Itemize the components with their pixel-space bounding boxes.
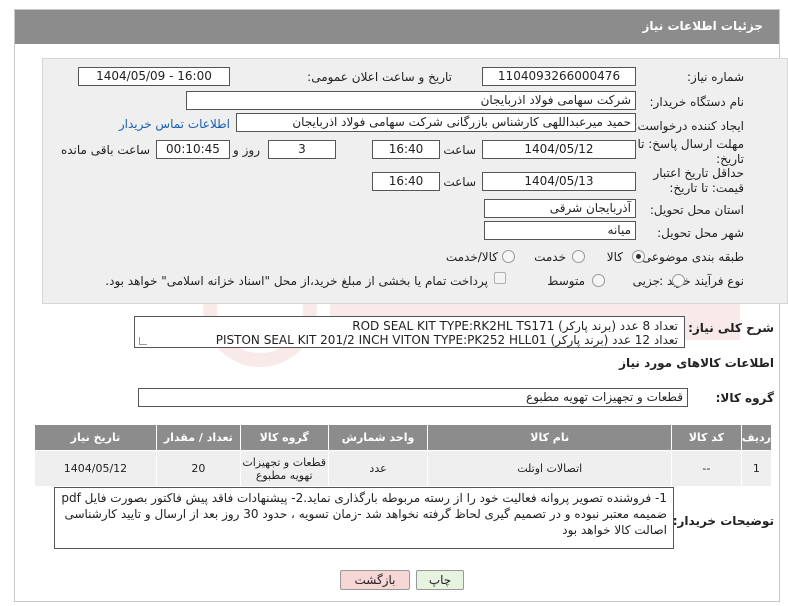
- category-radio-goods-service[interactable]: [502, 250, 515, 263]
- price-validity-date-field[interactable]: 1404/05/13: [482, 172, 636, 191]
- category-radio-service[interactable]: [572, 250, 585, 263]
- buyer-notes-label: توضیحات خریدار:: [672, 514, 774, 528]
- need-number-field[interactable]: 1104093266000476: [482, 67, 636, 86]
- summary-line-1: ROD SEAL KIT TYPE:RK2HL TS171 تعداد 8 عد…: [352, 319, 678, 333]
- print-button[interactable]: چاپ: [416, 570, 464, 590]
- process-radio-minor[interactable]: [672, 274, 685, 287]
- summary-line-2: PISTON SEAL KIT 201/2 INCH VITON TYPE:PK…: [215, 333, 678, 347]
- table-header-row: ردیف کد کالا نام کالا واحد شمارش گروه کا…: [34, 424, 773, 451]
- col-header-row-number: ردیف: [740, 424, 773, 451]
- requester-field[interactable]: حمید میرعبداللهی کارشناس بازرگانی شرکت س…: [236, 113, 636, 132]
- delivery-city-field[interactable]: میانه: [484, 221, 636, 240]
- goods-group-field[interactable]: قطعات و تجهیزات تهویه مطبوع: [138, 388, 688, 407]
- deadline-time-field[interactable]: 16:40: [372, 140, 440, 159]
- items-section-title: اطلاعات کالاهای مورد نیاز: [619, 356, 774, 370]
- delivery-province-field[interactable]: آذربایجان شرقی: [484, 199, 636, 218]
- col-header-goods-code: کد کالا: [670, 424, 742, 451]
- cell-goods-name: اتصالات اوتلت: [427, 450, 672, 487]
- cell-goods-group: قطعات و تجهیزات تهویه مطبوع: [239, 450, 329, 487]
- category-label: طبقه بندی موضوعی:: [637, 250, 744, 264]
- category-option-goods-service: کالا/خدمت: [445, 250, 498, 264]
- delivery-city-label: شهر محل تحویل:: [657, 226, 744, 240]
- col-header-goods-name: نام کالا: [427, 424, 672, 451]
- announce-datetime-label: تاریخ و ساعت اعلان عمومی:: [307, 70, 452, 84]
- category-radio-goods[interactable]: [632, 250, 645, 263]
- deadline-date-field[interactable]: 1404/05/12: [482, 140, 636, 159]
- process-option-minor: جزیی: [632, 274, 660, 288]
- cell-goods-code: --: [670, 450, 742, 487]
- col-header-unit: واحد شمارش: [327, 424, 429, 451]
- table-row[interactable]: 1 -- اتصالات اوتلت عدد قطعات و تجهیزات ت…: [34, 450, 773, 487]
- col-header-goods-group: گروه کالا: [239, 424, 329, 451]
- buyer-contact-link[interactable]: اطلاعات تماس خریدار: [119, 117, 230, 131]
- category-option-goods: کالا: [606, 250, 623, 264]
- summary-label: شرح کلی نیاز:: [688, 321, 774, 335]
- summary-textbox[interactable]: ROD SEAL KIT TYPE:RK2HL TS171 تعداد 8 عد…: [134, 316, 685, 348]
- requester-label: ایجاد کننده درخواست:: [633, 119, 744, 133]
- resize-handle-icon[interactable]: [139, 337, 147, 345]
- category-option-service: خدمت: [534, 250, 566, 264]
- deadline-label: مهلت ارسال پاسخ: تا تاریخ:: [637, 137, 744, 166]
- delivery-province-label: استان محل تحویل:: [649, 203, 744, 217]
- announce-datetime-field[interactable]: 1404/05/09 - 16:00: [78, 67, 230, 86]
- buyer-org-label: نام دستگاه خریدار:: [649, 95, 745, 109]
- process-radio-medium[interactable]: [592, 274, 605, 287]
- col-header-need-date: تاریخ نیاز: [34, 424, 157, 451]
- remaining-time-field[interactable]: 00:10:45: [156, 140, 230, 159]
- price-validity-time-label: ساعت: [443, 175, 476, 189]
- back-button[interactable]: بازگشت: [340, 570, 410, 590]
- price-validity-time-field[interactable]: 16:40: [372, 172, 440, 191]
- page-title: جزئیات اطلاعات نیاز: [15, 10, 779, 44]
- deadline-time-label: ساعت: [443, 143, 476, 157]
- buyer-org-field[interactable]: شرکت سهامی فولاد اذربایجان: [186, 91, 636, 110]
- goods-group-label: گروه کالا:: [715, 391, 774, 405]
- deadline-days-label: روز و: [233, 143, 260, 157]
- cell-unit: عدد: [327, 450, 429, 487]
- price-validity-label: حداقل تاریخ اعتبار قیمت: تا تاریخ:: [653, 166, 744, 195]
- buyer-notes-textbox[interactable]: 1- فروشنده تصویر پروانه فعالیت خود را از…: [54, 487, 674, 549]
- treasury-payment-note: پرداخت تمام یا بخشی از مبلغ خرید،از محل …: [105, 274, 488, 288]
- col-header-quantity: تعداد / مقدار: [155, 424, 241, 451]
- process-option-medium: متوسط: [547, 274, 585, 288]
- need-number-label: شماره نیاز:: [687, 70, 744, 84]
- treasury-payment-checkbox[interactable]: [494, 272, 506, 284]
- cell-need-date: 1404/05/12: [34, 450, 157, 487]
- cell-row-number: 1: [740, 450, 773, 487]
- remaining-time-label: ساعت باقی مانده: [60, 143, 150, 157]
- items-table: ردیف کد کالا نام کالا واحد شمارش گروه کا…: [34, 424, 773, 487]
- deadline-days-field[interactable]: 3: [268, 140, 336, 159]
- cell-quantity: 20: [155, 450, 241, 487]
